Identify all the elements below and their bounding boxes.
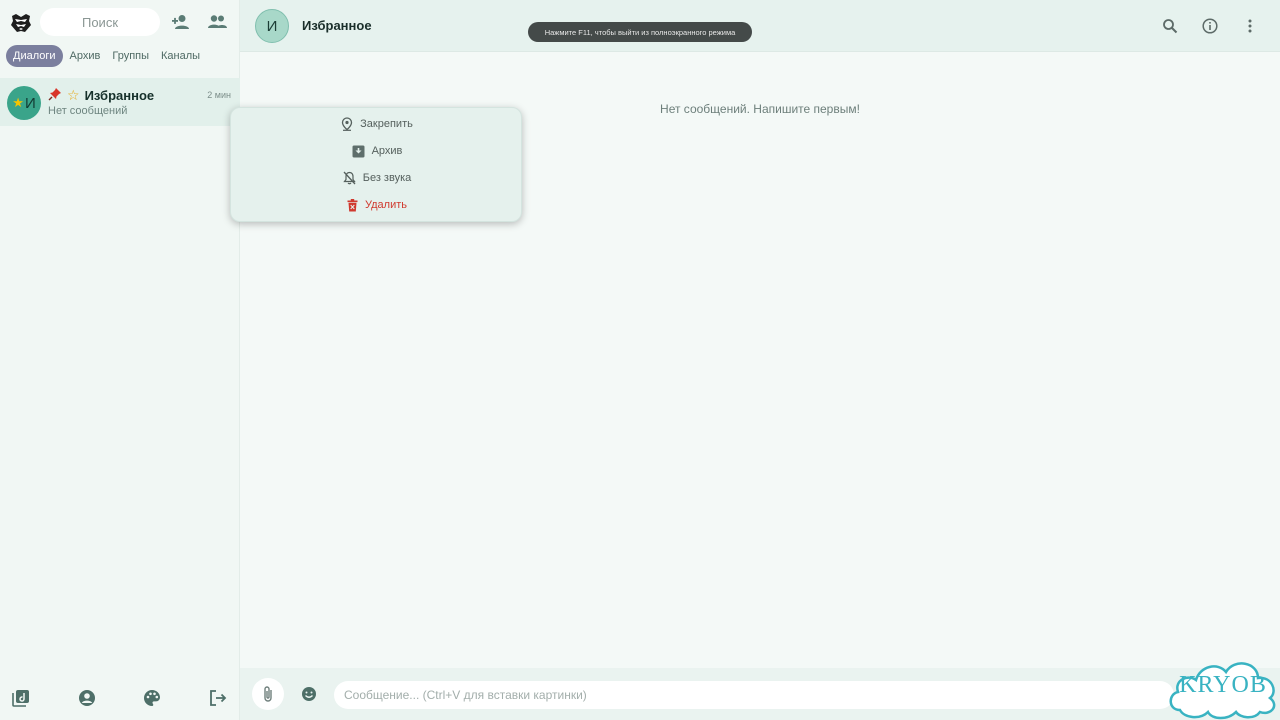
stories-icon[interactable] bbox=[11, 688, 31, 708]
tab-dialogs[interactable]: Диалоги bbox=[6, 45, 63, 67]
tab-groups[interactable]: Группы bbox=[107, 45, 154, 67]
sidebar: Диалоги Архив Группы Каналы ★ И ☆ Избран… bbox=[0, 0, 240, 720]
menu-item-mute[interactable]: Без звука bbox=[231, 167, 523, 189]
trash-icon bbox=[347, 198, 358, 211]
chat-name: Избранное bbox=[84, 87, 155, 103]
pushpin-icon bbox=[48, 87, 62, 104]
info-icon[interactable] bbox=[1200, 16, 1220, 36]
tab-channels[interactable]: Каналы bbox=[156, 45, 205, 67]
profile-icon[interactable] bbox=[77, 688, 97, 708]
more-vertical-icon[interactable] bbox=[1240, 16, 1260, 36]
favorite-star-icon: ★ bbox=[12, 95, 24, 110]
chat-time: 2 мин bbox=[207, 90, 231, 100]
add-contact-icon[interactable] bbox=[170, 12, 192, 32]
paperclip-icon bbox=[264, 686, 272, 702]
chat-avatar: ★ И bbox=[7, 86, 41, 120]
chat-filter-tabs: Диалоги Архив Группы Каналы bbox=[6, 45, 205, 67]
sidebar-top-bar bbox=[0, 0, 240, 44]
message-composer bbox=[240, 668, 1280, 720]
archive-icon bbox=[352, 145, 365, 157]
bell-off-icon bbox=[343, 171, 356, 185]
menu-item-delete-label: Удалить bbox=[365, 199, 407, 211]
watermark-text: KRYOB bbox=[1179, 672, 1267, 698]
contacts-icon[interactable] bbox=[206, 12, 228, 32]
kryob-watermark-logo: KRYOB bbox=[1166, 650, 1280, 720]
search-icon[interactable] bbox=[1160, 16, 1180, 36]
star-icon: ☆ bbox=[67, 86, 80, 103]
app-logo-icon[interactable] bbox=[8, 10, 34, 36]
menu-item-pin-label: Закрепить bbox=[360, 118, 413, 130]
attach-button[interactable] bbox=[252, 678, 284, 710]
message-input[interactable] bbox=[344, 688, 1164, 702]
emoji-button[interactable] bbox=[300, 685, 318, 703]
smiley-icon bbox=[302, 687, 316, 701]
header-avatar[interactable]: И bbox=[255, 9, 289, 43]
chat-title-row: ☆ Избранное bbox=[48, 87, 154, 103]
search-box[interactable] bbox=[40, 8, 160, 36]
menu-item-pin[interactable]: Закрепить bbox=[231, 113, 523, 135]
chat-preview: Нет сообщений bbox=[48, 105, 128, 117]
message-input-box[interactable] bbox=[334, 681, 1174, 709]
chat-context-menu: Закрепить Архив Без звука Удалить bbox=[230, 107, 522, 222]
app-window: Диалоги Архив Группы Каналы ★ И ☆ Избран… bbox=[0, 0, 1280, 720]
palette-icon[interactable] bbox=[142, 688, 162, 708]
chat-title[interactable]: Избранное bbox=[302, 18, 372, 33]
chat-avatar-letter: И bbox=[24, 94, 36, 112]
menu-item-delete[interactable]: Удалить bbox=[231, 194, 523, 216]
chat-header: И Избранное Нажмите F11, чтобы выйти из … bbox=[240, 0, 1280, 52]
pin-location-icon bbox=[342, 117, 353, 131]
sidebar-bottom-bar bbox=[0, 676, 240, 720]
menu-item-mute-label: Без звука bbox=[362, 172, 412, 184]
logout-icon[interactable] bbox=[208, 688, 228, 708]
search-input[interactable] bbox=[40, 14, 160, 30]
tab-archive[interactable]: Архив bbox=[65, 45, 106, 67]
menu-item-archive[interactable]: Архив bbox=[231, 140, 523, 162]
menu-item-archive-label: Архив bbox=[371, 145, 403, 157]
fullscreen-toast: Нажмите F11, чтобы выйти из полноэкранно… bbox=[528, 22, 752, 42]
